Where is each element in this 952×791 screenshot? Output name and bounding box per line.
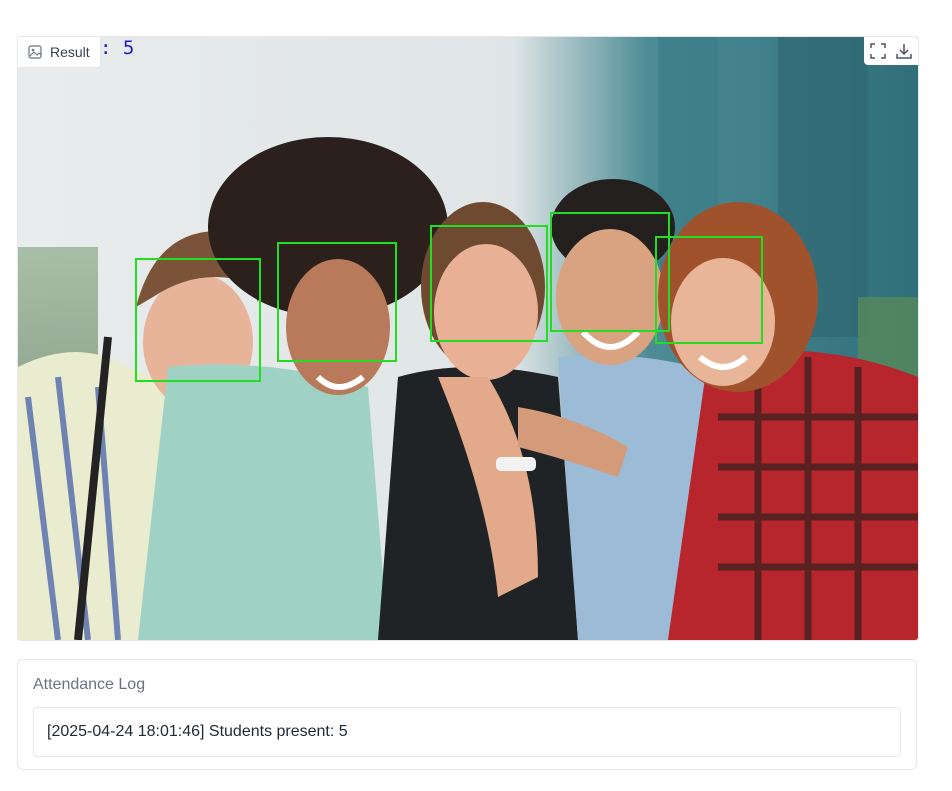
result-photo [18, 37, 918, 640]
attendance-log-text: [2025-04-24 18:01:46] Students present: … [47, 723, 348, 740]
attendance-log-textbox[interactable]: [2025-04-24 18:01:46] Students present: … [33, 707, 901, 757]
image-toolbar [864, 37, 918, 65]
fullscreen-icon[interactable] [868, 41, 888, 61]
attendance-log-label: Attendance Log [33, 676, 146, 693]
result-label-text: Result [50, 44, 90, 60]
result-label: Result [18, 37, 101, 68]
attendance-log-panel: Attendance Log [2025-04-24 18:01:46] Stu… [17, 659, 917, 770]
face-count-overlay: : 5 [100, 37, 135, 59]
image-icon [28, 45, 42, 59]
result-image-panel: Result : 5 [17, 36, 919, 641]
download-icon[interactable] [894, 41, 914, 61]
